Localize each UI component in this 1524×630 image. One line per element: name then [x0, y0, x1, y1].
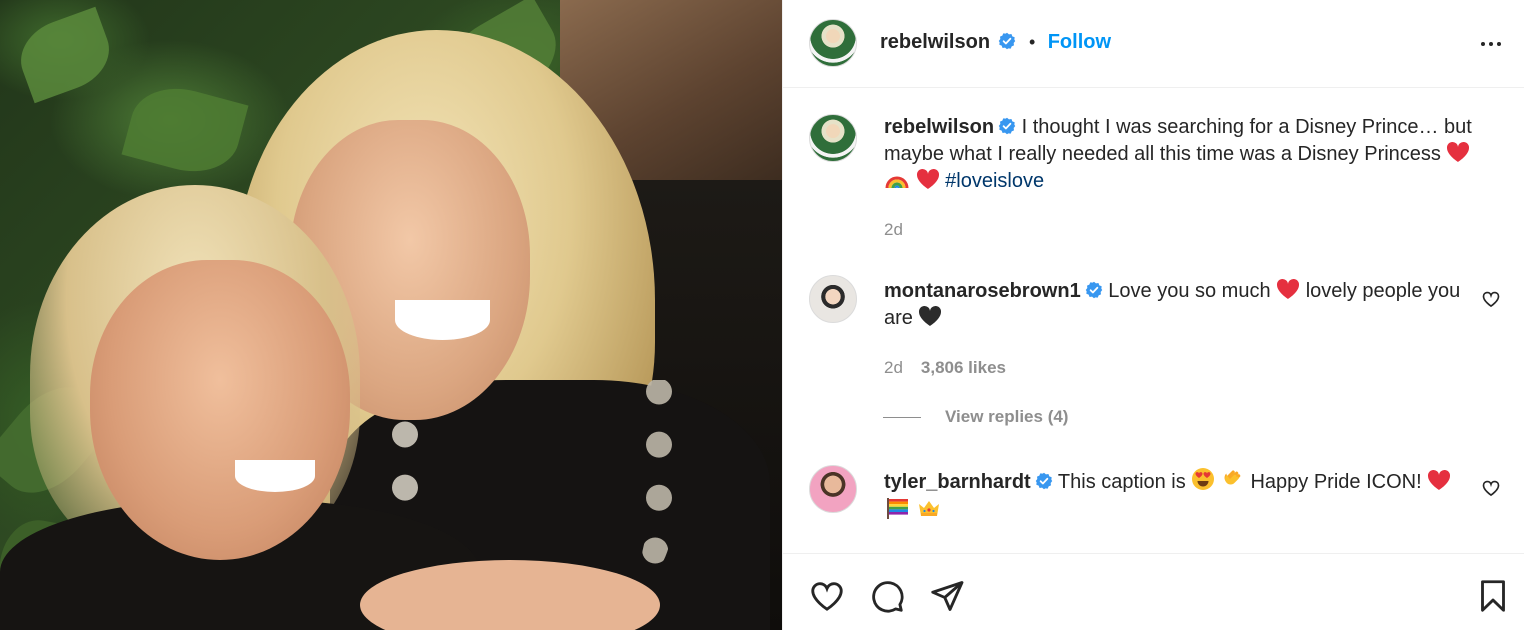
like-comment-heart-icon[interactable]	[1481, 289, 1501, 309]
foliage-leaf	[10, 6, 120, 104]
heart-eyes-emoji-icon	[1192, 468, 1215, 490]
commenter-avatar[interactable]	[809, 465, 857, 513]
hashtag-link[interactable]: #loveislove	[945, 170, 1044, 192]
bookmark-icon[interactable]	[1475, 578, 1511, 614]
red-heart-emoji-icon	[1447, 141, 1470, 162]
comment-likes[interactable]: 3,806 likes	[921, 358, 1006, 377]
post-header: rebelwilson • Follow	[783, 0, 1524, 88]
verified-badge-icon	[999, 32, 1016, 50]
red-heart-emoji-icon	[1277, 278, 1300, 299]
crown-emoji-icon	[918, 501, 939, 516]
rainbow-flag-emoji-icon	[887, 498, 908, 519]
like-comment-heart-icon[interactable]	[1481, 478, 1501, 498]
comment-item: montanarosebrown1 Love you so much lovel…	[809, 275, 1509, 425]
post-photo[interactable]	[0, 0, 782, 630]
commenter-username[interactable]: montanarosebrown1	[884, 280, 1081, 302]
comment-text: tyler_barnhardt This caption is Happy Pr…	[884, 467, 1474, 525]
comment-item: tyler_barnhardt This caption is Happy Pr…	[809, 465, 1509, 545]
commenter-avatar[interactable]	[809, 275, 857, 323]
post-side-panel: rebelwilson • Follow rebelwilson I thoug…	[782, 0, 1524, 630]
author-username[interactable]: rebelwilson	[880, 31, 990, 53]
smile	[235, 460, 315, 492]
caption-block: rebelwilson I thought I was searching fo…	[809, 114, 1509, 254]
comment-text: montanarosebrown1 Love you so much lovel…	[884, 278, 1474, 332]
verified-badge-icon	[998, 117, 1016, 135]
red-heart-emoji-icon	[1428, 469, 1451, 490]
more-horizontal-icon[interactable]	[1479, 32, 1503, 56]
person-left-face	[90, 260, 350, 560]
caption-text: rebelwilson I thought I was searching fo…	[884, 114, 1474, 195]
replies-divider	[883, 417, 921, 419]
comment-time: 2d	[884, 358, 903, 377]
comment-bubble-icon[interactable]	[869, 578, 905, 614]
clapping-hands-emoji-icon	[1224, 470, 1241, 485]
verified-badge-icon	[1035, 472, 1052, 490]
heart-outline-icon[interactable]	[809, 578, 845, 614]
author-avatar[interactable]	[809, 19, 857, 67]
post-action-bar	[783, 553, 1524, 630]
separator-dot: •	[1028, 32, 1036, 52]
follow-button[interactable]: Follow	[1048, 31, 1111, 53]
caption-username[interactable]: rebelwilson	[884, 116, 994, 138]
comment-meta: 2d 3,806 likes	[884, 358, 1006, 378]
author-line: rebelwilson • Follow	[880, 31, 1111, 54]
comments-list[interactable]: rebelwilson I thought I was searching fo…	[783, 89, 1524, 553]
verified-badge-icon	[1085, 281, 1102, 299]
rainbow-emoji-icon	[885, 176, 909, 189]
red-heart-emoji-icon	[916, 168, 939, 189]
comment-body-part: Love you so much	[1108, 280, 1271, 302]
black-heart-emoji-icon	[919, 305, 942, 326]
view-replies-label: View replies (4)	[945, 407, 1069, 426]
smile	[395, 300, 490, 340]
comment-body-part: Happy Pride ICON!	[1250, 471, 1422, 493]
paper-plane-icon[interactable]	[929, 578, 965, 614]
commenter-username[interactable]: tyler_barnhardt	[884, 471, 1031, 493]
comment-body-part: This caption is	[1057, 471, 1186, 493]
foliage-leaf	[121, 77, 249, 183]
view-replies-button[interactable]: View replies (4)	[883, 407, 1068, 427]
caption-time: 2d	[884, 220, 903, 239]
caption-avatar[interactable]	[809, 114, 857, 162]
